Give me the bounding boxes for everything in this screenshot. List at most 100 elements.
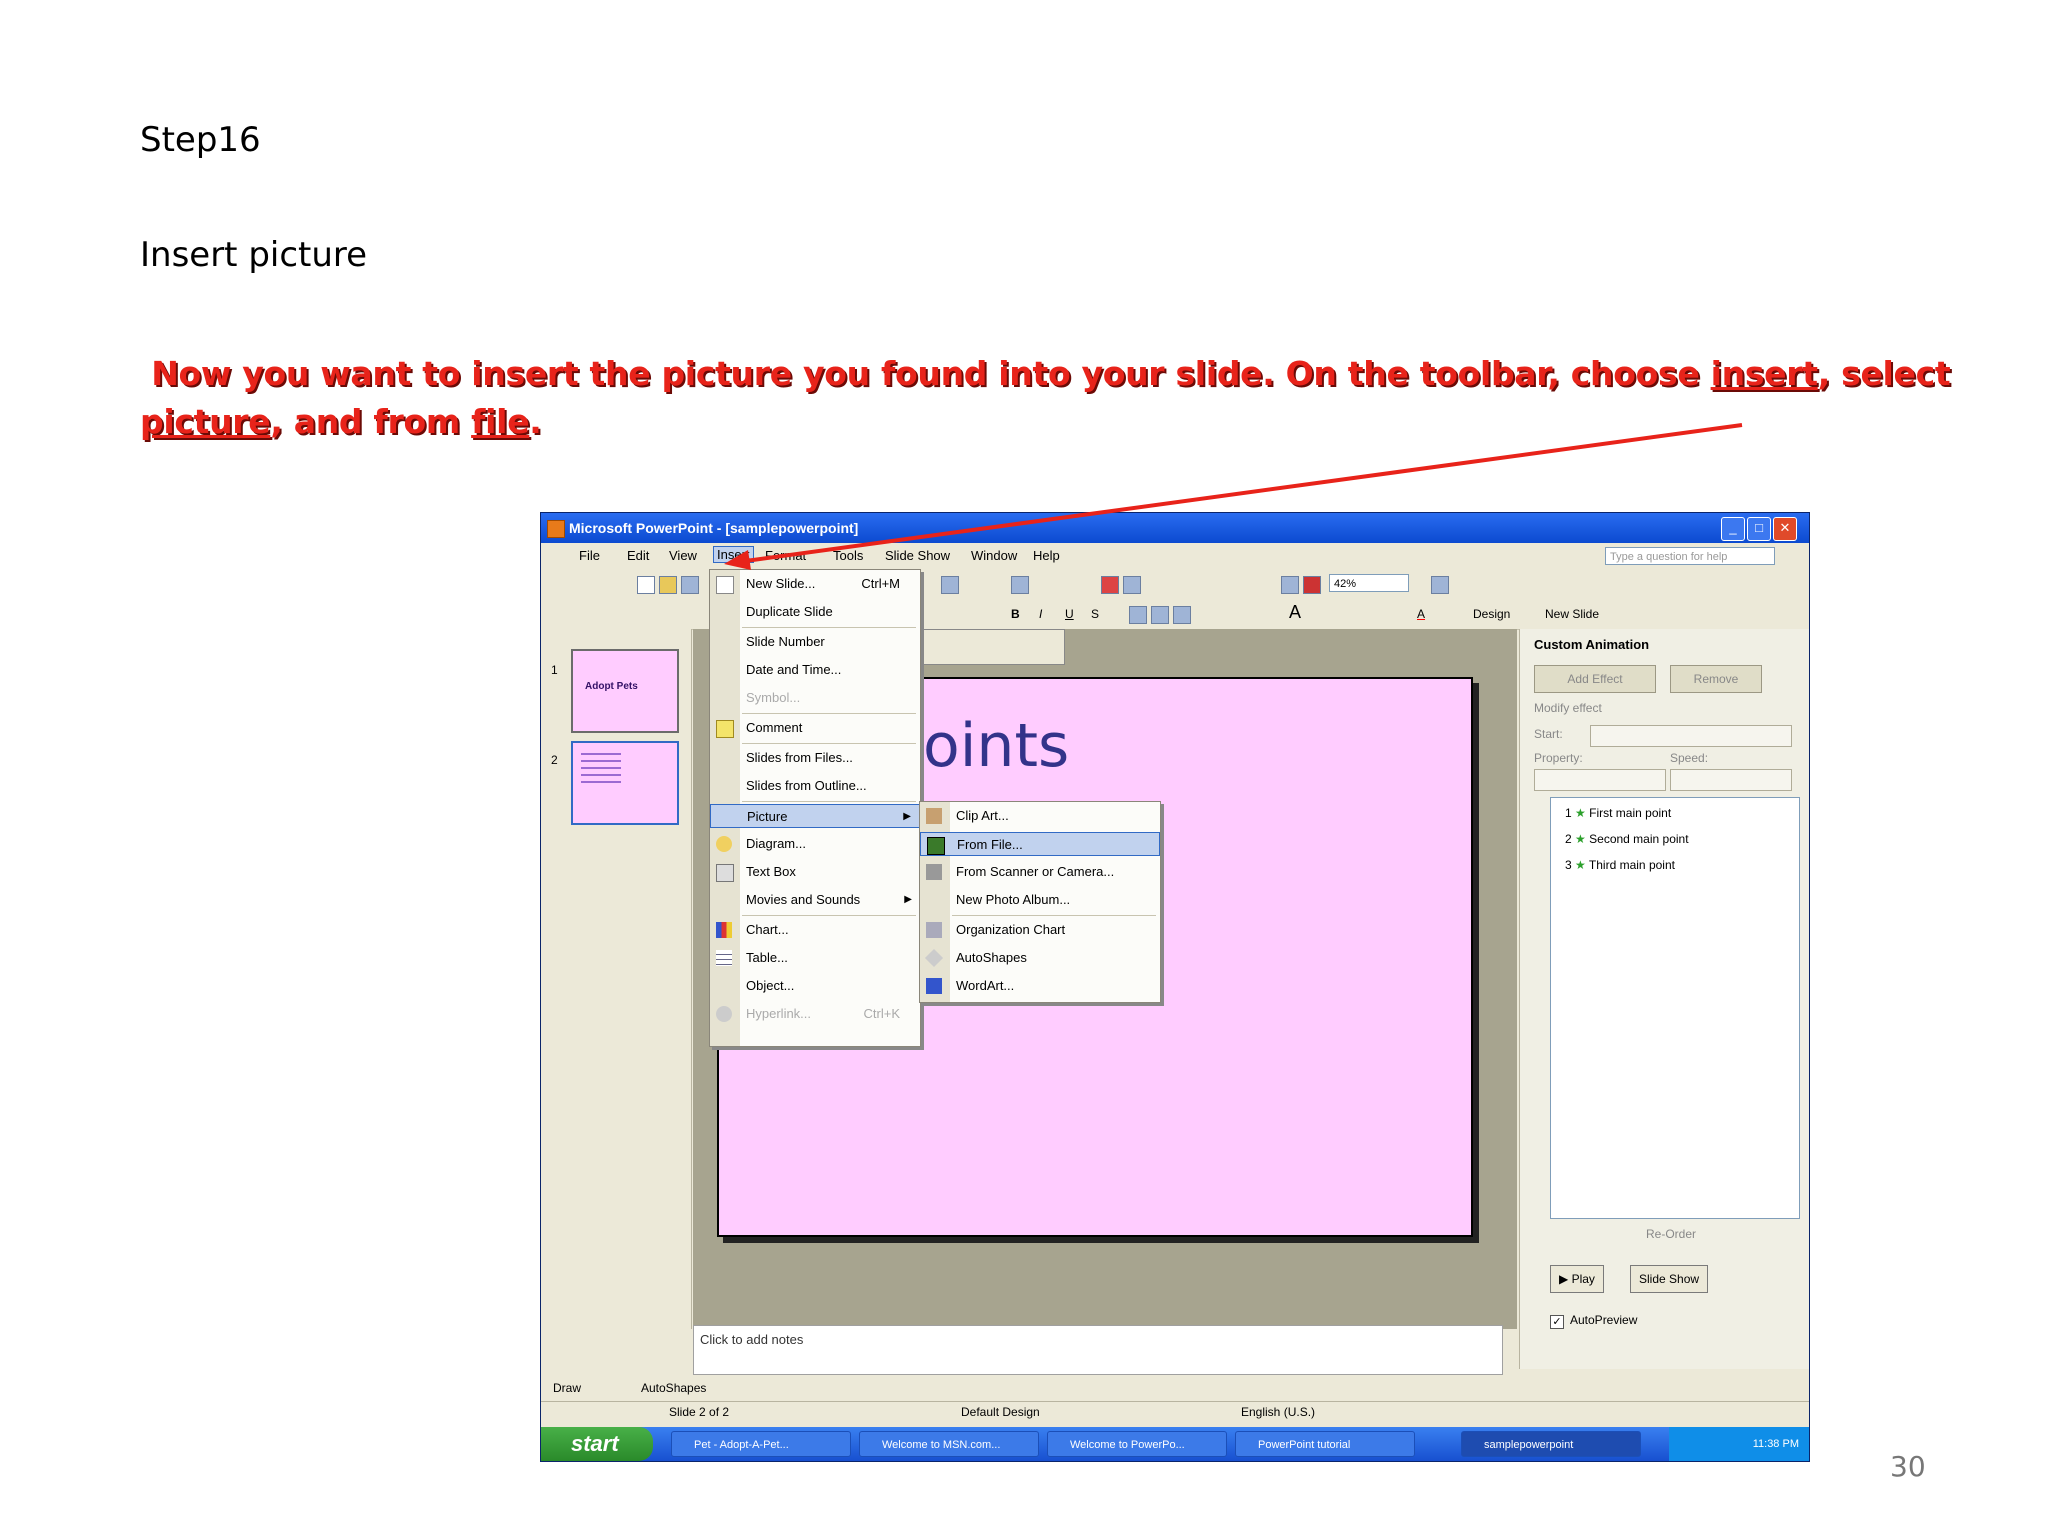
notes-pane[interactable]: Click to add notes xyxy=(693,1325,1503,1375)
table-toolbar-icon[interactable] xyxy=(1123,576,1141,594)
autoshapes-menu[interactable]: AutoShapes xyxy=(641,1381,706,1395)
menu-label: Symbol... xyxy=(746,690,801,705)
save-icon[interactable] xyxy=(681,576,699,594)
menu-date-time[interactable]: Date and Time... xyxy=(710,658,920,682)
underline-button[interactable]: U xyxy=(1065,607,1074,621)
menu-format[interactable]: Format xyxy=(765,548,806,563)
menu-text-box[interactable]: Text Box xyxy=(710,860,920,884)
animation-item[interactable]: 2 ★ Second main point xyxy=(1565,832,1689,846)
align-center-icon[interactable] xyxy=(1151,606,1169,624)
help-search-input[interactable]: Type a question for help xyxy=(1605,547,1775,565)
menu-label: From Scanner or Camera... xyxy=(956,864,1115,879)
menu-slides-from-files[interactable]: Slides from Files... xyxy=(710,746,920,770)
autopreview-checkbox[interactable]: ✓ xyxy=(1550,1315,1564,1329)
system-tray: 11:38 PM xyxy=(1669,1427,1809,1461)
submenu-arrow-icon: ▶ xyxy=(904,894,912,905)
undo-icon[interactable] xyxy=(1011,576,1029,594)
menu-organization-chart[interactable]: Organization Chart xyxy=(920,918,1160,942)
animation-label: Third main point xyxy=(1588,858,1675,872)
menu-view[interactable]: View xyxy=(669,548,697,563)
taskbar-item[interactable]: Welcome to PowerPo... xyxy=(1047,1431,1227,1457)
print-icon[interactable] xyxy=(941,576,959,594)
open-folder-icon[interactable] xyxy=(659,576,677,594)
taskbar-item[interactable]: Pet - Adopt-A-Pet... xyxy=(671,1431,851,1457)
menu-picture[interactable]: Picture ▶ xyxy=(710,804,920,828)
menu-label: WordArt... xyxy=(956,978,1015,993)
speed-select[interactable] xyxy=(1670,769,1792,791)
picture-submenu: Clip Art... From File... From Scanner or… xyxy=(919,801,1161,1003)
menu-label: AutoShapes xyxy=(956,950,1027,965)
menu-label: Clip Art... xyxy=(956,808,1009,823)
new-document-icon[interactable] xyxy=(637,576,655,594)
align-right-icon[interactable] xyxy=(1173,606,1191,624)
increase-font-button[interactable]: A xyxy=(1289,602,1301,623)
chart-icon xyxy=(716,922,732,938)
status-slide: Slide 2 of 2 xyxy=(669,1405,730,1419)
help-icon[interactable] xyxy=(1431,576,1449,594)
menu-from-file[interactable]: From File... xyxy=(920,832,1160,856)
play-button[interactable]: ▶ Play xyxy=(1550,1265,1604,1293)
animation-item[interactable]: 3 ★ Third main point xyxy=(1565,858,1675,872)
menu-duplicate-slide[interactable]: Duplicate Slide xyxy=(710,600,920,624)
menu-autoshapes[interactable]: AutoShapes xyxy=(920,946,1160,970)
shadow-button[interactable]: S xyxy=(1091,607,1099,621)
menu-new-photo-album[interactable]: New Photo Album... xyxy=(920,888,1160,912)
property-select[interactable] xyxy=(1534,769,1666,791)
menu-clip-art[interactable]: Clip Art... xyxy=(920,804,1160,828)
menu-diagram[interactable]: Diagram... xyxy=(710,832,920,856)
start-button[interactable]: start xyxy=(541,1427,653,1461)
menu-table[interactable]: Table... xyxy=(710,946,920,970)
menu-from-scanner[interactable]: From Scanner or Camera... xyxy=(920,860,1160,884)
slide-number: 1 xyxy=(551,663,558,677)
close-button[interactable]: ✕ xyxy=(1773,517,1797,541)
menu-slide-show[interactable]: Slide Show xyxy=(885,548,950,563)
slide-show-button[interactable]: Slide Show xyxy=(1630,1265,1709,1293)
animation-number: 3 xyxy=(1565,858,1572,872)
chart-toolbar-icon[interactable] xyxy=(1101,576,1119,594)
menu-insert[interactable]: Insert xyxy=(713,546,754,563)
menu-tools[interactable]: Tools xyxy=(833,548,863,563)
submenu-arrow-icon: ▶ xyxy=(903,811,911,822)
grid-icon[interactable] xyxy=(1281,576,1299,594)
italic-button[interactable]: I xyxy=(1039,607,1042,621)
bold-button[interactable]: B xyxy=(1011,607,1020,621)
new-slide-button[interactable]: New Slide xyxy=(1545,607,1599,621)
align-left-icon[interactable] xyxy=(1129,606,1147,624)
taskbar-item[interactable]: samplepowerpoint xyxy=(1461,1431,1641,1457)
minimize-button[interactable]: _ xyxy=(1721,517,1745,541)
animation-number: 2 xyxy=(1565,832,1572,846)
status-language: English (U.S.) xyxy=(1241,1405,1316,1419)
menu-edit[interactable]: Edit xyxy=(627,548,649,563)
menu-wordart[interactable]: WordArt... xyxy=(920,974,1160,998)
menu-comment[interactable]: Comment xyxy=(710,716,920,740)
menu-new-slide[interactable]: New Slide... Ctrl+M xyxy=(710,572,920,596)
menu-slide-number[interactable]: Slide Number xyxy=(710,630,920,654)
design-button[interactable]: Design xyxy=(1473,607,1510,621)
remove-button[interactable]: Remove xyxy=(1670,665,1762,693)
slide-thumbnail-1[interactable]: Adopt Pets xyxy=(571,649,679,733)
menu-label: Slides from Outline... xyxy=(746,778,867,793)
taskbar-item[interactable]: PowerPoint tutorial xyxy=(1235,1431,1415,1457)
menu-label: Table... xyxy=(746,950,788,965)
add-effect-button[interactable]: Add Effect xyxy=(1534,665,1656,693)
property-label: Property: xyxy=(1534,751,1583,765)
menu-object[interactable]: Object... xyxy=(710,974,920,998)
task-pane-title: Custom Animation xyxy=(1534,637,1650,652)
slide-thumbnail-2[interactable] xyxy=(571,741,679,825)
start-select[interactable] xyxy=(1590,725,1792,747)
taskbar-item[interactable]: Welcome to MSN.com... xyxy=(859,1431,1039,1457)
menu-symbol: Symbol... xyxy=(710,686,920,710)
menu-help[interactable]: Help xyxy=(1033,548,1060,563)
draw-menu[interactable]: Draw xyxy=(553,1381,581,1395)
font-color-button[interactable]: A xyxy=(1417,607,1425,621)
color-icon[interactable] xyxy=(1303,576,1321,594)
menu-window[interactable]: Window xyxy=(971,548,1017,563)
animation-item[interactable]: 1 ★ First main point xyxy=(1565,806,1671,820)
menu-slides-from-outline[interactable]: Slides from Outline... xyxy=(710,774,920,798)
maximize-button[interactable]: □ xyxy=(1747,517,1771,541)
zoom-select[interactable]: 42% xyxy=(1329,574,1409,592)
menu-file[interactable]: File xyxy=(579,548,600,563)
menu-chart[interactable]: Chart... xyxy=(710,918,920,942)
status-bar: Slide 2 of 2 Default Design English (U.S… xyxy=(541,1401,1809,1424)
menu-movies-and-sounds[interactable]: Movies and Sounds ▶ xyxy=(710,888,920,912)
